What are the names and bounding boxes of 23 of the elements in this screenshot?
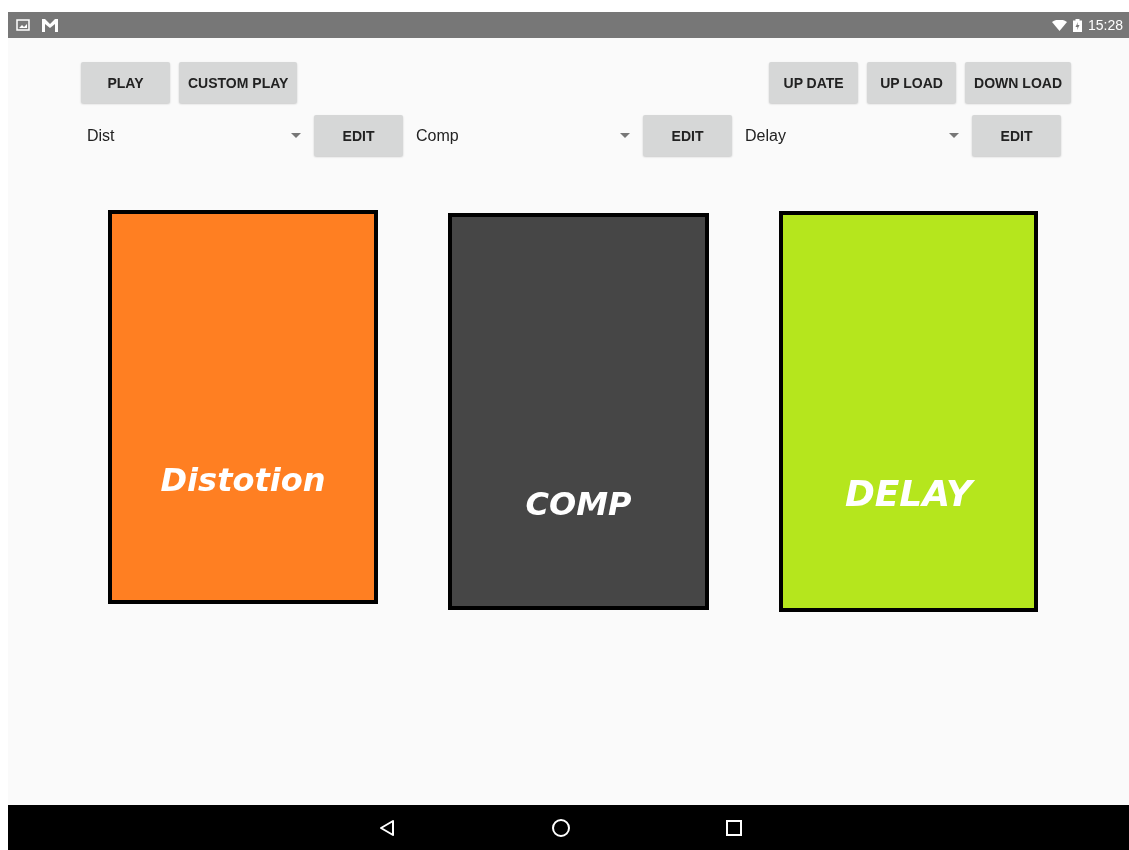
effect-dropdown[interactable]: Comp: [410, 115, 639, 156]
toolbar-button[interactable]: DOWN LOAD: [965, 62, 1071, 103]
battery-icon: [1072, 18, 1082, 32]
toolbar-button[interactable]: UP LOAD: [867, 62, 957, 103]
effect-pedal[interactable]: COMP: [448, 213, 709, 610]
edit-button[interactable]: EDIT: [643, 115, 732, 156]
caret-icon: [620, 133, 630, 138]
effect-dropdown[interactable]: Delay: [739, 115, 968, 156]
back-icon[interactable]: [377, 818, 396, 837]
toolbar-button[interactable]: PLAY: [81, 62, 170, 103]
home-icon[interactable]: [550, 817, 571, 838]
mail-icon: [42, 18, 58, 32]
toolbar-button[interactable]: UP DATE: [769, 62, 859, 103]
wifi-icon: [1051, 19, 1067, 31]
image-icon: [16, 19, 30, 31]
caret-icon: [291, 133, 301, 138]
toolbar-button[interactable]: CUSTOM PLAY: [179, 62, 298, 103]
edit-button[interactable]: EDIT: [314, 115, 403, 156]
caret-icon: [949, 133, 959, 138]
recent-apps-icon[interactable]: [725, 819, 742, 836]
clock-time: 15:28: [1087, 17, 1123, 33]
edit-button[interactable]: EDIT: [972, 115, 1061, 156]
effect-dropdown[interactable]: Dist: [81, 115, 310, 156]
